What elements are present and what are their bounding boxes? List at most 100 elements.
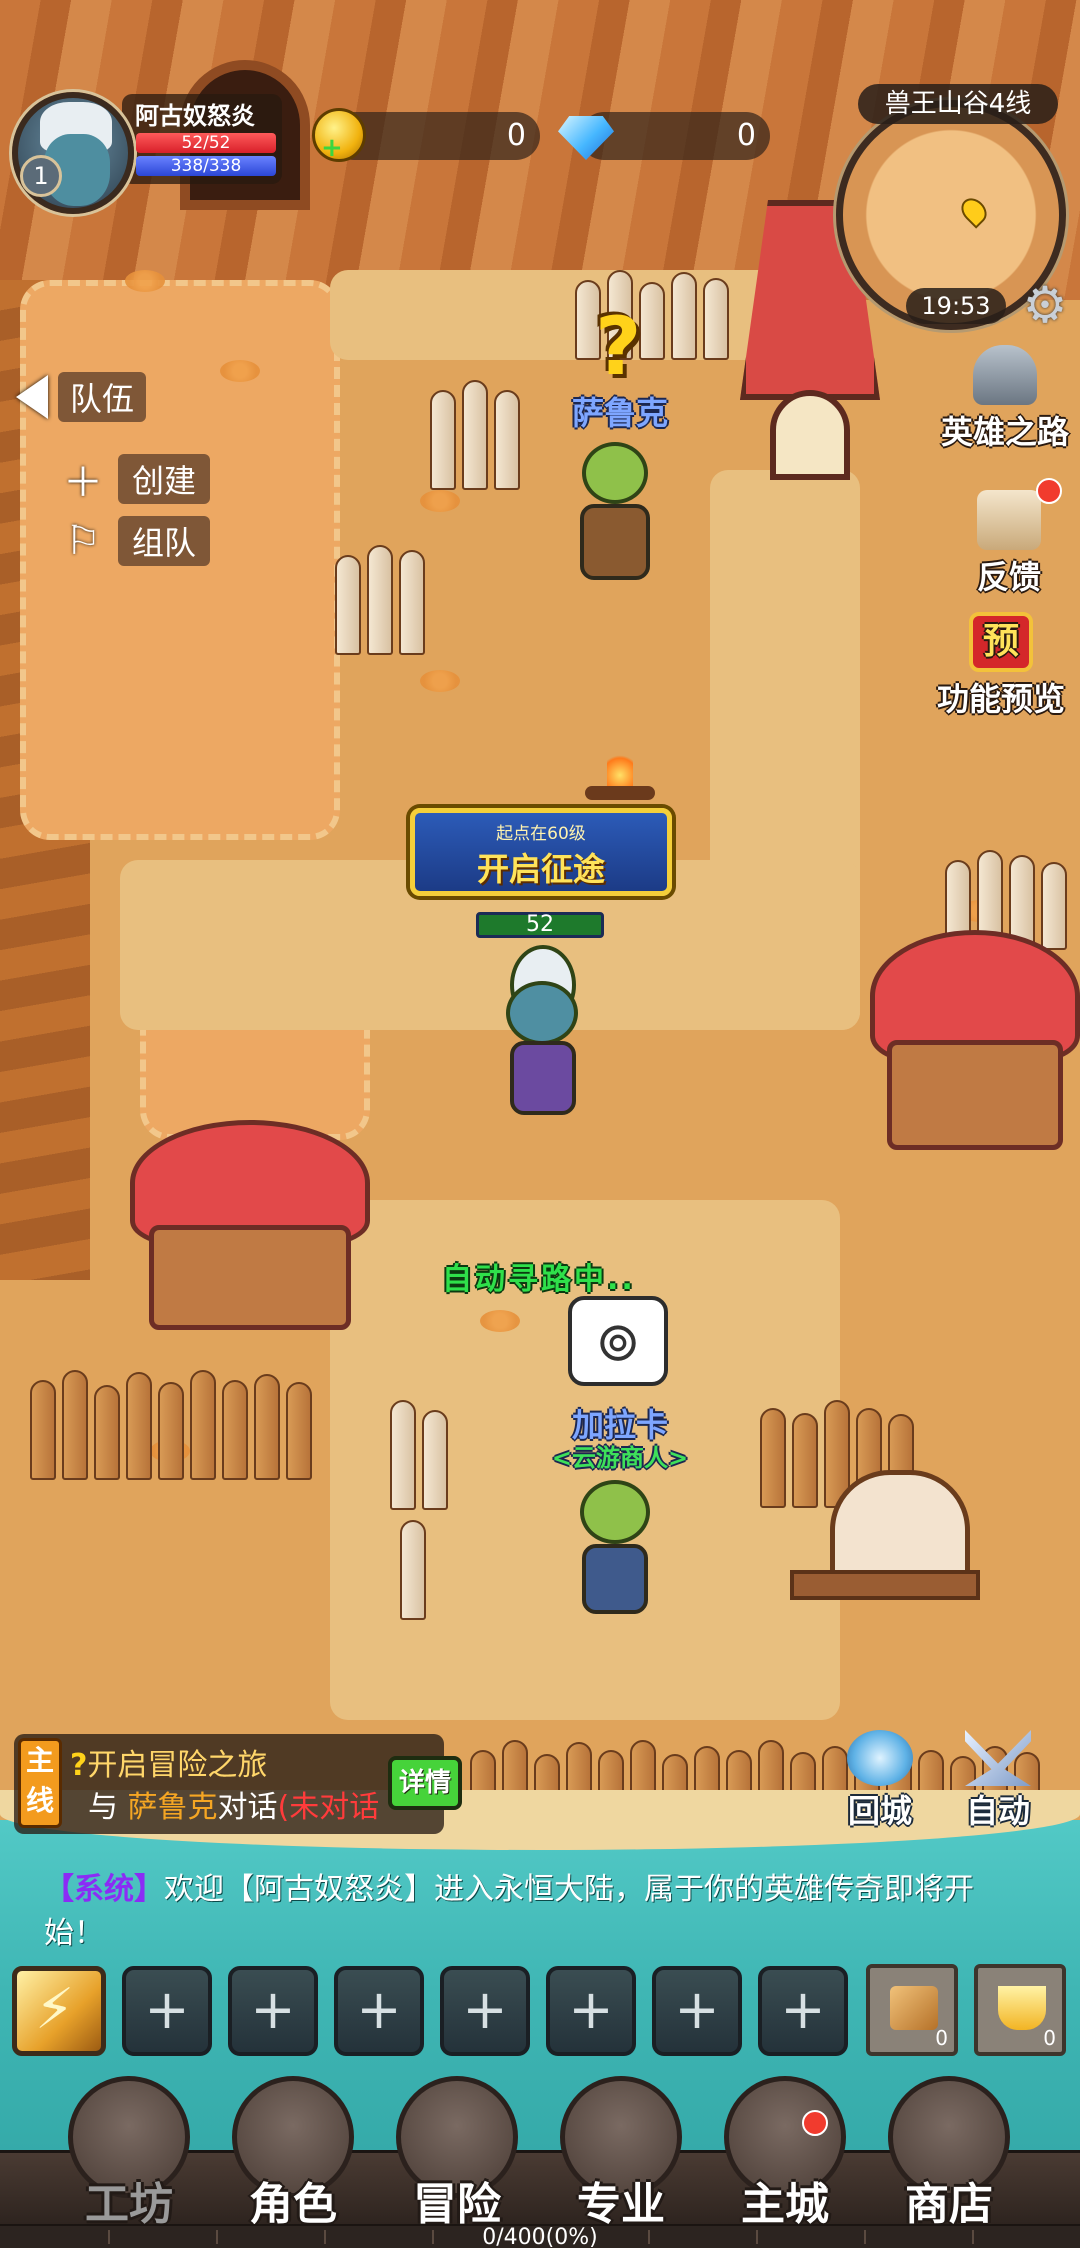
- nav-shop[interactable]: 商店: [884, 2076, 1014, 2230]
- quest-title-text: 开启冒险之旅: [87, 1748, 268, 1783]
- auto-battle-button[interactable]: 自动: [950, 1730, 1046, 1832]
- item-slot-bread[interactable]: 0: [866, 1964, 958, 2056]
- flower-patch: [420, 490, 460, 512]
- npc-title-merchant: <云游商人>: [551, 1444, 689, 1472]
- nav-character[interactable]: 角色: [228, 2076, 358, 2230]
- gold-coin-add-icon[interactable]: [312, 108, 366, 163]
- broken-wagon: [790, 1470, 980, 1630]
- camera-icon[interactable]: ⊚: [568, 1296, 668, 1386]
- chat-text: 欢迎【阿古奴怒炎】进入永恒大陆，属于你的英雄传奇即将开始！: [44, 1872, 974, 1951]
- create-team-button[interactable]: ＋ 创建: [62, 450, 211, 508]
- item-count: 0: [1043, 2026, 1056, 2050]
- banner-title: 开启征途: [476, 850, 605, 888]
- orc-tent: [130, 1120, 370, 1330]
- flower-patch: [480, 1310, 520, 1332]
- game-clock: 19:53: [906, 288, 1006, 324]
- bone-fence: [400, 1520, 426, 1620]
- portal-icon: [847, 1730, 913, 1786]
- bone-fence: [430, 380, 520, 490]
- quest-title[interactable]: ?开启冒险之旅: [70, 1740, 267, 1784]
- team-tab[interactable]: 队伍: [16, 372, 147, 422]
- quest-question-mark-icon[interactable]: ?: [595, 300, 641, 393]
- return-city-label: 回城: [847, 1792, 912, 1830]
- nav-character-label: 角色: [249, 2179, 337, 2230]
- collapse-arrow-icon: [16, 375, 48, 419]
- skill-slot-5[interactable]: +: [546, 1966, 636, 2056]
- quest-desc-action: 对话: [217, 1790, 278, 1825]
- orc-tent: [870, 930, 1080, 1150]
- hero-road-button[interactable]: 英雄之路: [940, 345, 1070, 453]
- player-level-badge: 1: [20, 155, 62, 197]
- banner-subtitle: 起点在60级: [496, 824, 586, 844]
- quest-description[interactable]: 与 萨鲁克对话(未对话: [88, 1782, 379, 1826]
- hero-road-label: 英雄之路: [940, 413, 1069, 451]
- auto-pathing-status: 自动寻路中..: [442, 1262, 636, 1297]
- skill-slot-3[interactable]: +: [334, 1966, 424, 2056]
- player-name: 阿古奴怒炎: [135, 102, 255, 130]
- preview-badge-icon: 预: [969, 612, 1033, 672]
- skill-slot-2[interactable]: +: [228, 1966, 318, 2056]
- quest-detail-button[interactable]: 详情: [388, 1756, 462, 1810]
- knight-helmet-icon: [973, 345, 1037, 405]
- nav-adventure[interactable]: 冒险: [392, 2076, 522, 2230]
- nav-main-city[interactable]: 主城: [720, 2076, 850, 2230]
- create-team-label: 创建: [118, 454, 211, 504]
- bone-fence: [390, 1400, 448, 1510]
- drink-glass-icon: [998, 1986, 1046, 2030]
- map-pin-icon: [956, 193, 992, 229]
- feature-preview-button[interactable]: 预 功能预览: [936, 612, 1066, 720]
- feedback-letter-icon: [977, 490, 1041, 550]
- feedback-button[interactable]: 反馈: [944, 490, 1074, 598]
- player-avatar[interactable]: [12, 92, 134, 214]
- skill-slot-1[interactable]: +: [122, 1966, 212, 2056]
- nav-shop-label: 商店: [905, 2179, 993, 2230]
- group-up-button[interactable]: ⚐ 组队: [62, 516, 211, 566]
- main-quest-tag: 主线: [18, 1738, 62, 1828]
- quest-status: (未对话: [277, 1790, 380, 1825]
- player-hp-bar: 52/52: [136, 133, 276, 153]
- crossed-swords-icon: [965, 1730, 1031, 1786]
- wood-fence: [30, 1370, 312, 1480]
- skill-slot-6[interactable]: +: [652, 1966, 742, 2056]
- plus-icon: ＋: [63, 460, 103, 506]
- quest-npc-link: 萨鲁克: [127, 1790, 218, 1825]
- group-up-label: 组队: [118, 516, 211, 566]
- nav-profession[interactable]: 专业: [556, 2076, 686, 2230]
- flag-icon: ⚐: [65, 518, 101, 564]
- nav-adventure-label: 冒险: [413, 2179, 501, 2230]
- main-city-notification-dot: [802, 2110, 828, 2136]
- player-overhead-hp: 52: [476, 912, 604, 938]
- item-slot-drink[interactable]: 0: [974, 1964, 1066, 2056]
- nav-workshop[interactable]: 工坊: [64, 2076, 194, 2230]
- diamond-value: 0: [736, 118, 756, 153]
- gold-value: 0: [506, 118, 526, 153]
- system-chat-message[interactable]: 【系统】欢迎【阿古奴怒炎】进入永恒大陆，属于你的英雄传奇即将开始！: [44, 1868, 1024, 1956]
- quest-question-icon: ?: [70, 1748, 88, 1783]
- flower-patch: [420, 670, 460, 692]
- experience-text: 0/400(0%): [482, 2225, 598, 2248]
- experience-bar: 0/400(0%): [0, 2224, 1080, 2248]
- team-tab-label: 队伍: [58, 372, 147, 422]
- skill-slot-7[interactable]: +: [758, 1966, 848, 2056]
- npc-jialaka[interactable]: [560, 1470, 670, 1620]
- main-attack-skill[interactable]: [12, 1966, 106, 2056]
- settings-gear-icon[interactable]: ⚙: [1018, 278, 1072, 332]
- feedback-label: 反馈: [976, 558, 1041, 596]
- item-count: 0: [935, 2026, 948, 2050]
- feature-preview-label: 功能预览: [936, 680, 1065, 718]
- nav-main-city-label: 主城: [741, 2179, 829, 2230]
- player-character: [480, 945, 610, 1125]
- npc-saluke[interactable]: [560, 420, 670, 590]
- auto-battle-label: 自动: [965, 1792, 1030, 1830]
- flower-patch: [125, 270, 165, 292]
- zone-name: 兽王山谷4线: [858, 84, 1058, 124]
- bread-icon: [890, 1986, 938, 2030]
- nav-profession-label: 专业: [577, 2179, 665, 2230]
- feedback-notification-dot: [1036, 478, 1062, 504]
- chat-channel: 【系统】: [44, 1872, 164, 1907]
- level-banner[interactable]: 起点在60级 开启征途: [410, 808, 672, 896]
- skill-slot-4[interactable]: +: [440, 1966, 530, 2056]
- bone-fence: [335, 545, 425, 655]
- return-city-button[interactable]: 回城: [832, 1730, 928, 1832]
- quest-desc-prefix: 与: [88, 1790, 118, 1825]
